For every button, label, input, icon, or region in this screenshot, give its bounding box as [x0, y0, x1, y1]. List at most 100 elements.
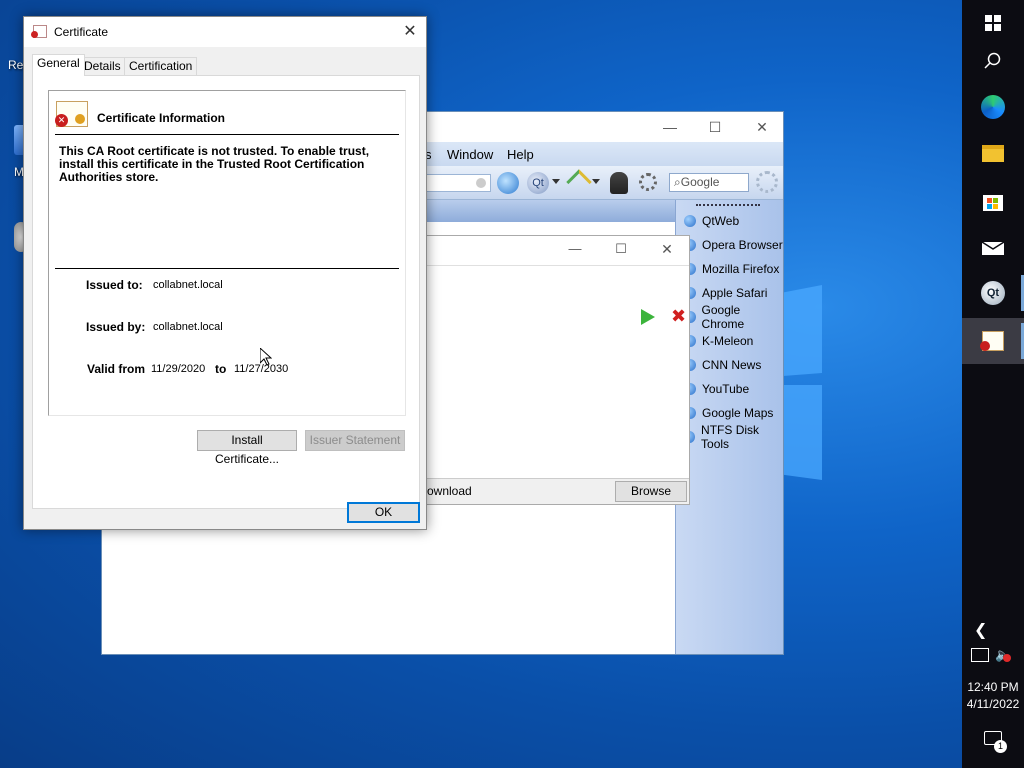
ok-button[interactable]: OK [347, 502, 420, 523]
divider [55, 134, 399, 135]
notification-count-badge: 1 [994, 740, 1007, 753]
issued-by-value: collabnet.local [153, 321, 223, 333]
edge-icon [981, 95, 1005, 119]
network-icon[interactable] [971, 648, 989, 662]
bookmark-opera[interactable]: Opera Browser [684, 234, 783, 256]
issued-to-value: collabnet.local [153, 279, 223, 291]
certificate-icon [980, 331, 1004, 351]
activity-spinner-icon [756, 171, 778, 193]
downloads-titlebar: — ☐ ✕ [411, 236, 689, 266]
bookmark-ntfs[interactable]: NTFS Disk Tools [684, 423, 783, 451]
close-button[interactable]: ✕ [398, 21, 422, 43]
mail-icon [982, 241, 1004, 255]
issued-by-label: Issued by: [86, 320, 146, 334]
error-badge-icon [980, 341, 990, 351]
browse-button[interactable]: Browse [615, 481, 687, 502]
folder-icon [982, 144, 1004, 162]
search-placeholder: Google [680, 175, 720, 189]
certificate-dialog: Certificate ✕ General Details Certificat… [23, 16, 427, 530]
bookmark-label: YouTube [702, 382, 750, 396]
valid-to-label: to [215, 362, 227, 376]
privacy-icon[interactable] [610, 172, 628, 194]
bookmark-label: Mozilla Firefox [702, 262, 780, 276]
taskbar-certificate[interactable] [962, 318, 1024, 364]
show-hidden-icons-chevron-icon[interactable]: ❮ [974, 620, 987, 640]
bookmark-label: K-Meleon [702, 334, 754, 348]
issuer-statement-button: Issuer Statement [305, 430, 405, 451]
tab-certification-path[interactable]: Certification Path [124, 57, 198, 90]
download-location-label: ownload [427, 484, 472, 498]
bookmark-firefox[interactable]: Mozilla Firefox [684, 258, 779, 280]
issued-to-label: Issued to: [86, 278, 143, 292]
taskbar-clock-date[interactable]: 4/11/2022 [962, 697, 1024, 711]
dialog-title: Certificate [54, 25, 109, 39]
play-icon[interactable] [641, 309, 655, 325]
error-badge-icon: ✕ [55, 114, 68, 127]
certificate-icon [31, 25, 47, 38]
store-icon [983, 195, 1003, 211]
bookmark-chrome[interactable]: Google Chrome [684, 303, 783, 331]
bookmark-safari[interactable]: Apple Safari [684, 282, 767, 304]
search-button[interactable] [962, 38, 1024, 84]
downloads-window: — ☐ ✕ ✖ ownload Browse [410, 235, 690, 505]
bookmark-label: QtWeb [702, 214, 740, 228]
bookmark-google-maps[interactable]: Google Maps [684, 402, 773, 424]
minimize-button[interactable]: — [563, 241, 587, 259]
chevron-down-icon[interactable] [552, 179, 560, 184]
mute-badge-icon [1003, 654, 1011, 662]
minimize-button[interactable]: — [655, 117, 685, 137]
tab-details[interactable]: Details [79, 57, 126, 76]
sidebar-grip[interactable] [696, 204, 760, 206]
menu-item-window[interactable]: Window [447, 147, 493, 162]
general-tab-panel: ✕ Certificate Information This CA Root c… [32, 75, 420, 509]
chevron-down-icon[interactable] [592, 179, 600, 184]
qtweb-icon: Qt [981, 281, 1005, 305]
seal-icon [75, 114, 85, 124]
maximize-button[interactable]: ☐ [609, 241, 633, 259]
search-input[interactable]: ⌕Google [669, 173, 749, 192]
install-certificate-button[interactable]: Install Certificate... [197, 430, 297, 466]
tab-general[interactable]: General [32, 54, 85, 76]
divider [55, 268, 399, 269]
downloads-footer: ownload Browse [411, 478, 689, 504]
bookmark-label: Apple Safari [702, 286, 768, 300]
error-badge-icon [31, 31, 38, 38]
close-button[interactable]: ✕ [655, 241, 679, 259]
taskbar-mail[interactable] [962, 224, 1024, 270]
certificate-info-box: ✕ Certificate Information This CA Root c… [48, 90, 406, 416]
taskbar-file-explorer[interactable] [962, 130, 1024, 176]
valid-from-value: 11/29/2020 [151, 363, 206, 375]
maximize-button[interactable]: ☐ [700, 117, 730, 137]
bookmark-label: Google Maps [702, 406, 774, 420]
mouse-cursor-icon [260, 348, 272, 366]
refresh-icon[interactable] [497, 172, 519, 194]
settings-gear-icon[interactable] [639, 173, 657, 191]
desktop-icon-label-recycle[interactable]: Re [8, 58, 23, 72]
bookmark-label: NTFS Disk Tools [701, 423, 760, 451]
taskbar-clock-time[interactable]: 12:40 PM [962, 680, 1024, 694]
search-icon [984, 52, 1001, 69]
menu-item-help[interactable]: Help [507, 147, 534, 162]
bookmark-qtweb[interactable]: QtWeb [684, 210, 739, 232]
url-input[interactable] [427, 174, 491, 192]
bookmark-cnn[interactable]: CNN News [684, 354, 761, 376]
qt-home-icon[interactable]: Qt [527, 172, 549, 194]
taskbar: Qt ❮ 🔈 [962, 0, 1024, 768]
remove-icon[interactable]: ✖ [671, 306, 686, 327]
magic-wand-icon[interactable] [566, 169, 592, 195]
bookmark-youtube[interactable]: YouTube [684, 378, 749, 400]
certificate-large-icon: ✕ [55, 101, 88, 127]
taskbar-edge[interactable] [962, 84, 1024, 130]
bookmark-label: Opera Browser [702, 238, 783, 252]
close-button[interactable]: ✕ [747, 117, 777, 137]
bookmarks-sidebar: QtWeb Opera Browser Mozilla Firefox Appl… [675, 200, 783, 654]
bookmark-label: Google Chrome [701, 303, 745, 331]
taskbar-store[interactable] [962, 178, 1024, 224]
bookmark-kmeleon[interactable]: K-Meleon [684, 330, 753, 352]
taskbar-qtweb[interactable]: Qt [962, 270, 1024, 316]
valid-from-label: Valid from [87, 362, 146, 376]
windows-start-icon [985, 15, 1001, 31]
clear-url-icon[interactable] [476, 178, 486, 188]
trust-warning-text: This CA Root certificate is not trusted.… [59, 144, 370, 184]
certificate-info-heading: Certificate Information [97, 111, 226, 125]
